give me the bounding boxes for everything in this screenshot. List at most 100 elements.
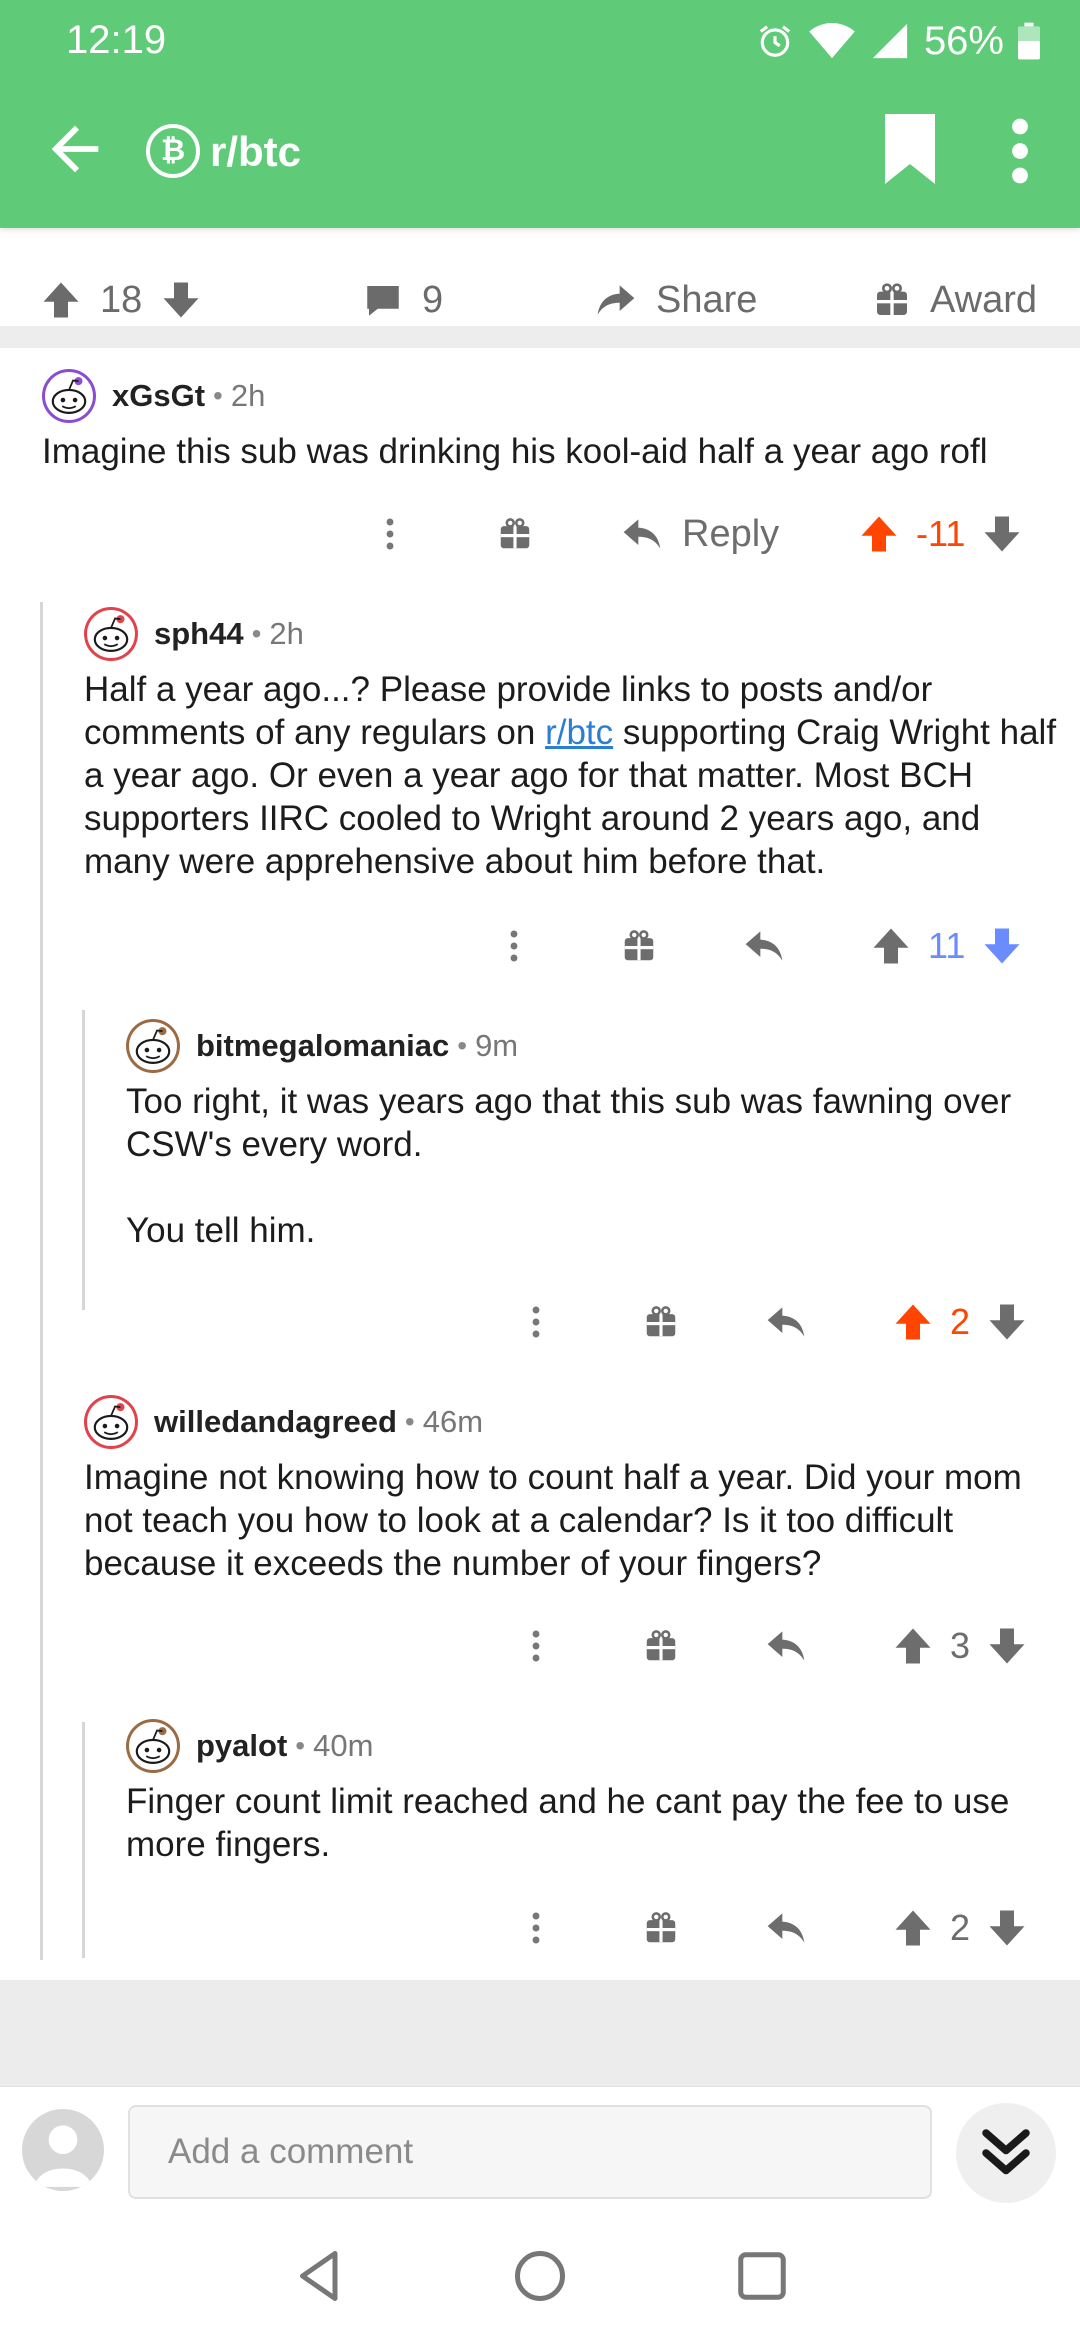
- comment-actions: 2: [0, 1898, 1080, 1958]
- signal-icon: [872, 23, 908, 59]
- avatar[interactable]: [84, 607, 138, 661]
- comment-input[interactable]: [128, 2105, 932, 2199]
- upvote-icon[interactable]: [40, 279, 82, 321]
- downvote-icon[interactable]: [986, 1625, 1028, 1667]
- downvote-icon[interactable]: [981, 925, 1023, 967]
- user-avatar[interactable]: [22, 2109, 104, 2191]
- reply-button[interactable]: Reply: [620, 504, 779, 564]
- upvote-icon[interactable]: [892, 1907, 934, 1949]
- nav-back-icon[interactable]: [290, 2246, 350, 2306]
- comment-age: 46m: [422, 1404, 484, 1439]
- nav-home-icon[interactable]: [510, 2246, 570, 2306]
- share-icon: [594, 278, 638, 322]
- more-options-icon: [518, 1302, 554, 1342]
- comment-age: 2h: [269, 616, 304, 651]
- separator-dot: •: [251, 618, 262, 649]
- comment-author[interactable]: sph44: [154, 616, 244, 652]
- comment-author[interactable]: willedandagreed: [154, 1404, 397, 1440]
- avatar[interactable]: [126, 1019, 180, 1073]
- toolbar: ₿ r/btc: [0, 110, 1080, 192]
- separator-dot: •: [213, 380, 223, 411]
- more-options-button[interactable]: [372, 504, 408, 564]
- comment: sph44 • 2h Half a year ago...? Please pr…: [84, 606, 1060, 883]
- back-arrow-icon[interactable]: [40, 114, 110, 184]
- upvote-icon[interactable]: [892, 1301, 934, 1343]
- downvote-icon[interactable]: [986, 1301, 1028, 1343]
- gift-icon: [642, 1909, 680, 1947]
- subreddit-icon[interactable]: ₿: [146, 124, 200, 178]
- award-button[interactable]: [620, 916, 658, 976]
- gift-icon: [642, 1627, 680, 1665]
- comment-count: 9: [422, 278, 444, 321]
- comment-actions: 2: [0, 1292, 1080, 1352]
- avatar[interactable]: [84, 1395, 138, 1449]
- gift-icon: [642, 1303, 680, 1341]
- reply-icon: [764, 1300, 808, 1344]
- separator-dot: •: [295, 1730, 306, 1761]
- system-navigation-bar: [0, 2216, 1080, 2340]
- upvote-icon[interactable]: [858, 513, 900, 555]
- comment-score: 2: [950, 1907, 971, 1948]
- award-label: Award: [930, 278, 1038, 321]
- comment-header: bitmegalomaniac • 9m: [126, 1018, 1060, 1074]
- app-header: 12:19 56% ₿ r/btc: [0, 0, 1080, 228]
- more-options-icon[interactable]: [1000, 116, 1040, 186]
- comment-body: Imagine not knowing how to count half a …: [84, 1458, 1022, 1583]
- subreddit-name[interactable]: r/btc: [210, 128, 301, 176]
- comment-score: 2: [950, 1301, 971, 1342]
- award-button[interactable]: [642, 1292, 680, 1352]
- battery-percent: 56%: [923, 18, 1004, 63]
- more-options-icon: [372, 514, 408, 554]
- share-button[interactable]: Share: [594, 270, 757, 330]
- collapse-comments-button[interactable]: [956, 2103, 1056, 2203]
- more-options-button[interactable]: [518, 1616, 554, 1676]
- comment: pyalot • 40m Finger count limit reached …: [126, 1718, 1060, 1866]
- reply-button[interactable]: [764, 1898, 808, 1958]
- award-button[interactable]: [642, 1616, 680, 1676]
- comment-author[interactable]: bitmegalomaniac: [196, 1028, 449, 1064]
- comment-author[interactable]: xGsGt: [112, 378, 205, 414]
- downvote-icon[interactable]: [160, 279, 202, 321]
- nav-recents-icon[interactable]: [732, 2246, 792, 2306]
- feed-end-area: [0, 1980, 1080, 2086]
- comment-icon: [362, 279, 404, 321]
- award-button[interactable]: [496, 504, 534, 564]
- comment-score: -11: [916, 513, 966, 554]
- comments-button[interactable]: 9: [362, 270, 443, 330]
- post-score: 18: [100, 278, 143, 321]
- thread-line: [40, 602, 43, 1960]
- more-options-button[interactable]: [518, 1898, 554, 1958]
- more-options-button[interactable]: [518, 1292, 554, 1352]
- upvote-icon[interactable]: [870, 925, 912, 967]
- more-options-icon: [518, 1908, 554, 1948]
- downvote-icon[interactable]: [986, 1907, 1028, 1949]
- avatar[interactable]: [42, 369, 96, 423]
- gift-icon: [872, 280, 912, 320]
- award-button[interactable]: Award: [872, 270, 1037, 330]
- reply-button[interactable]: [742, 916, 786, 976]
- comment-header: pyalot • 40m: [126, 1718, 1060, 1774]
- comment-body: Imagine this sub was drinking his kool-a…: [42, 432, 988, 471]
- vote-controls: 11: [870, 916, 1023, 976]
- comment-header: xGsGt • 2h: [42, 368, 1052, 424]
- double-chevron-down-icon: [982, 2129, 1030, 2175]
- comment-actions: 11: [0, 916, 1080, 976]
- share-label: Share: [656, 278, 758, 321]
- more-options-button[interactable]: [496, 916, 532, 976]
- reply-icon: [620, 512, 664, 556]
- comment-age: 9m: [475, 1028, 519, 1063]
- downvote-icon[interactable]: [981, 513, 1023, 555]
- avatar[interactable]: [126, 1719, 180, 1773]
- alarm-icon: [759, 25, 791, 57]
- comment-header: willedandagreed • 46m: [84, 1394, 1060, 1450]
- reply-button[interactable]: [764, 1616, 808, 1676]
- body-paragraph: You tell him.: [126, 1211, 316, 1250]
- status-time: 12:19: [66, 18, 167, 62]
- award-button[interactable]: [642, 1898, 680, 1958]
- subreddit-link[interactable]: r/btc: [545, 713, 613, 752]
- comment-author[interactable]: pyalot: [196, 1728, 287, 1764]
- bookmark-icon[interactable]: [880, 114, 940, 184]
- reply-button[interactable]: [764, 1292, 808, 1352]
- upvote-icon[interactable]: [892, 1625, 934, 1667]
- comment: willedandagreed • 46m Imagine not knowin…: [84, 1394, 1060, 1585]
